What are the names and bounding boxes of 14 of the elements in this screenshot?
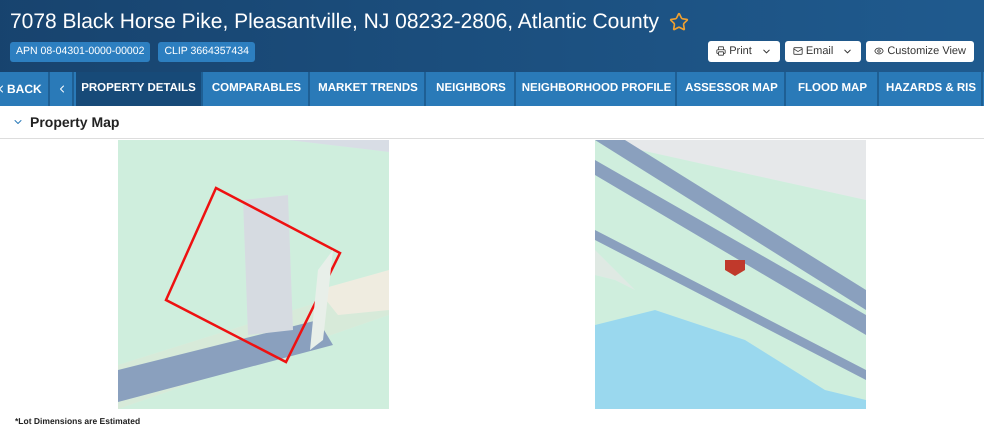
action-button[interactable]: Print: [708, 40, 780, 62]
action-button[interactable]: Customize View: [866, 40, 974, 62]
back-button[interactable]: BACK: [0, 72, 50, 106]
property-address: 7078 Black Horse Pike, Pleasantville, NJ 08232-2806, Atlantic County: [10, 9, 660, 35]
favorite-star-icon[interactable]: [669, 12, 690, 32]
eye-icon: [874, 46, 884, 56]
action-button[interactable]: Email: [784, 40, 862, 62]
printer-icon: [716, 46, 726, 56]
section-title: Property Map: [30, 112, 120, 132]
id-badge: APN 08-04301-0000-00002: [10, 42, 150, 62]
nav-tab[interactable]: PROPERTY DETAILS: [76, 72, 203, 106]
envelope-icon: [792, 46, 803, 56]
id-badge: CLIP 3664357434: [158, 42, 255, 62]
footnote: *Lot Dimensions are Estimated: [15, 416, 140, 426]
